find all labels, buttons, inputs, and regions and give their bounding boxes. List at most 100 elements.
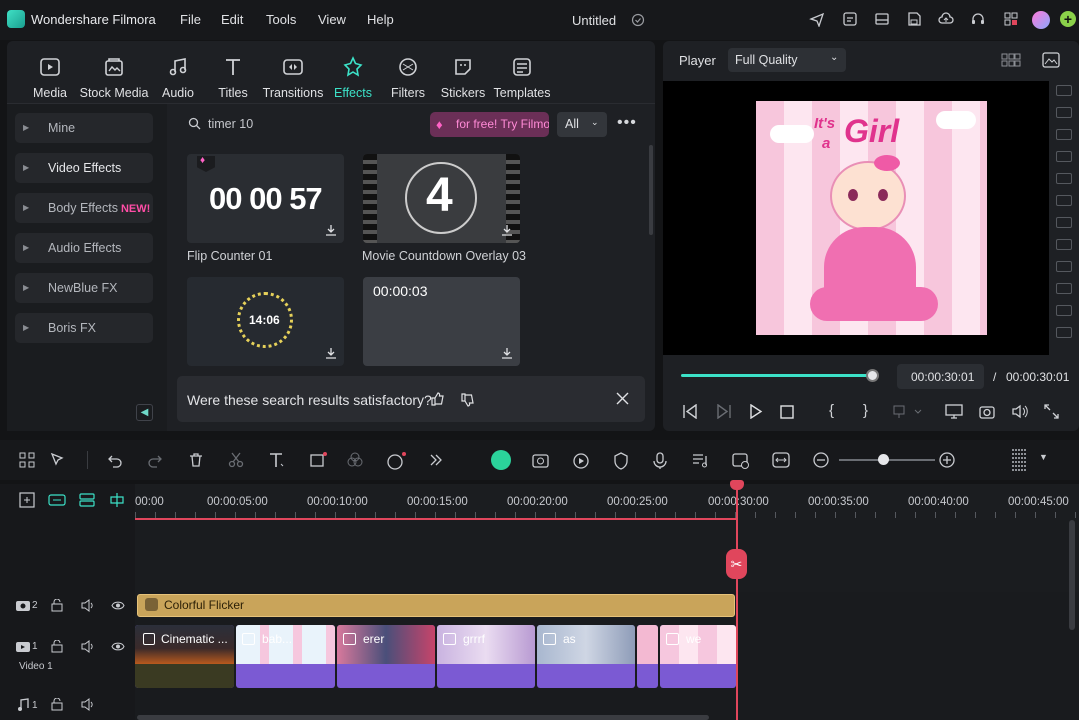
effect-card-movie-countdown[interactable]: 4	[363, 154, 520, 243]
snap-icon[interactable]	[109, 492, 125, 508]
quality-dropdown[interactable]: Full Quality ⌄	[728, 48, 846, 72]
delete-icon[interactable]	[188, 452, 204, 468]
video-clip[interactable]: bab...	[236, 625, 335, 688]
redo-icon[interactable]	[147, 452, 163, 468]
zoom-out-icon[interactable]	[813, 452, 829, 468]
ai-tool-icon[interactable]	[386, 452, 406, 470]
video-clip[interactable]: as	[537, 625, 635, 688]
save-icon[interactable]	[906, 11, 922, 27]
scissors-icon[interactable]: ✂	[726, 549, 747, 579]
playhead[interactable]	[736, 484, 738, 720]
volume-icon[interactable]	[81, 698, 95, 711]
volume-icon[interactable]	[1011, 404, 1028, 419]
volume-icon[interactable]	[81, 599, 95, 612]
eye-icon[interactable]	[111, 641, 125, 652]
microphone-icon[interactable]	[653, 452, 667, 470]
stop-icon[interactable]	[780, 405, 794, 419]
display-icon[interactable]	[945, 404, 963, 419]
snapshot-icon[interactable]	[979, 404, 995, 419]
lock-icon[interactable]	[51, 599, 63, 612]
more-options-icon[interactable]: •••	[617, 114, 637, 132]
layout-icon[interactable]	[874, 11, 890, 27]
tab-stock-media[interactable]: Stock Media	[79, 56, 149, 100]
grid-view-icon[interactable]	[1001, 53, 1021, 67]
filter-dropdown[interactable]: All ⌄	[557, 112, 607, 137]
lock-icon[interactable]	[51, 698, 63, 711]
effect-card-flip-counter[interactable]: ♦ 00 00 57	[187, 154, 344, 243]
track-manager-icon[interactable]	[79, 492, 95, 508]
menu-file[interactable]: File	[180, 12, 201, 27]
cut-icon[interactable]	[228, 452, 244, 468]
video-clip[interactable]: erer	[337, 625, 435, 688]
fullscreen-icon[interactable]	[1044, 404, 1059, 419]
sidebar-item-newblue-fx[interactable]: ▶ NewBlue FX	[15, 273, 153, 303]
more-tools-icon[interactable]	[428, 452, 444, 468]
empty-track-area[interactable]	[135, 520, 1079, 592]
effects-scrollbar[interactable]	[649, 145, 653, 235]
select-tool-icon[interactable]	[50, 452, 68, 468]
lock-icon[interactable]	[51, 640, 63, 653]
menu-tools[interactable]: Tools	[266, 12, 296, 27]
timeline-hscrollbar[interactable]	[137, 715, 709, 720]
sidebar-item-body-effects[interactable]: ▶ Body Effects NEW!	[15, 193, 153, 223]
sidebar-item-audio-effects[interactable]: ▶ Audio Effects	[15, 233, 153, 263]
download-icon[interactable]	[324, 223, 338, 237]
download-icon[interactable]	[500, 223, 514, 237]
undo-icon[interactable]	[107, 452, 123, 468]
mark-in-icon[interactable]: {	[829, 402, 834, 419]
playback-progress[interactable]	[681, 374, 873, 377]
ai-robot-icon[interactable]	[491, 450, 511, 470]
volume-icon[interactable]	[81, 640, 95, 653]
video-clip[interactable]	[637, 625, 658, 688]
add-track-icon[interactable]	[19, 492, 35, 508]
play-icon[interactable]	[749, 404, 763, 419]
video-clip[interactable]: we	[660, 625, 736, 688]
video-clip[interactable]: grrrf	[437, 625, 535, 688]
auto-reframe-icon[interactable]	[732, 452, 750, 470]
cloud-upload-icon[interactable]	[938, 11, 954, 27]
send-icon[interactable]	[809, 11, 825, 27]
text-tool-icon[interactable]	[268, 452, 286, 468]
playhead-handle[interactable]	[730, 480, 744, 490]
effect-card-circle-countdown[interactable]: 14:06	[187, 277, 344, 366]
collapse-sidebar-button[interactable]: ◀	[136, 404, 153, 421]
camera-plus-icon[interactable]	[532, 452, 552, 468]
video-clip[interactable]: Cinematic ...	[135, 625, 234, 688]
mark-out-icon[interactable]: }	[863, 402, 868, 419]
sidebar-item-boris-fx[interactable]: ▶ Boris FX	[15, 313, 153, 343]
download-icon[interactable]	[324, 346, 338, 360]
eye-icon[interactable]	[111, 600, 125, 611]
close-icon[interactable]	[616, 392, 629, 405]
timeline-vscrollbar[interactable]	[1069, 520, 1075, 630]
chevron-down-icon[interactable]: ▼	[1039, 452, 1048, 462]
prev-frame-icon[interactable]	[682, 404, 698, 419]
fit-icon[interactable]	[772, 452, 790, 468]
next-frame-icon[interactable]	[716, 404, 732, 419]
zoom-handle[interactable]	[878, 454, 889, 465]
menu-help[interactable]: Help	[367, 12, 394, 27]
thumbs-up-icon[interactable]	[430, 391, 446, 407]
image-icon[interactable]	[1042, 52, 1060, 68]
crop-icon[interactable]	[309, 452, 327, 468]
sidebar-item-video-effects[interactable]: ▶ Video Effects	[15, 153, 153, 183]
download-icon[interactable]	[500, 346, 514, 360]
color-icon[interactable]	[347, 452, 363, 468]
layout-grid-icon[interactable]	[19, 452, 35, 468]
tab-media[interactable]: Media	[15, 56, 85, 100]
menu-view[interactable]: View	[318, 12, 346, 27]
add-icon[interactable]: +	[1060, 11, 1076, 27]
avatar[interactable]	[1032, 11, 1050, 29]
shield-icon[interactable]	[613, 452, 629, 470]
zoom-in-icon[interactable]	[939, 452, 955, 468]
audio-list-icon[interactable]	[692, 452, 710, 468]
track-view-icon[interactable]	[1011, 448, 1027, 472]
sidebar-item-mine[interactable]: ▶ Mine	[15, 113, 153, 143]
thumbs-down-icon[interactable]	[460, 392, 476, 408]
headset-icon[interactable]	[970, 11, 986, 27]
promo-banner[interactable]: ♦ for free! Try Filmora	[430, 112, 549, 137]
insert-icon[interactable]	[893, 404, 923, 419]
apps-grid-icon[interactable]	[1003, 11, 1019, 27]
speed-icon[interactable]	[572, 452, 590, 470]
media-manage-icon[interactable]	[842, 11, 858, 27]
progress-handle[interactable]	[866, 369, 879, 382]
